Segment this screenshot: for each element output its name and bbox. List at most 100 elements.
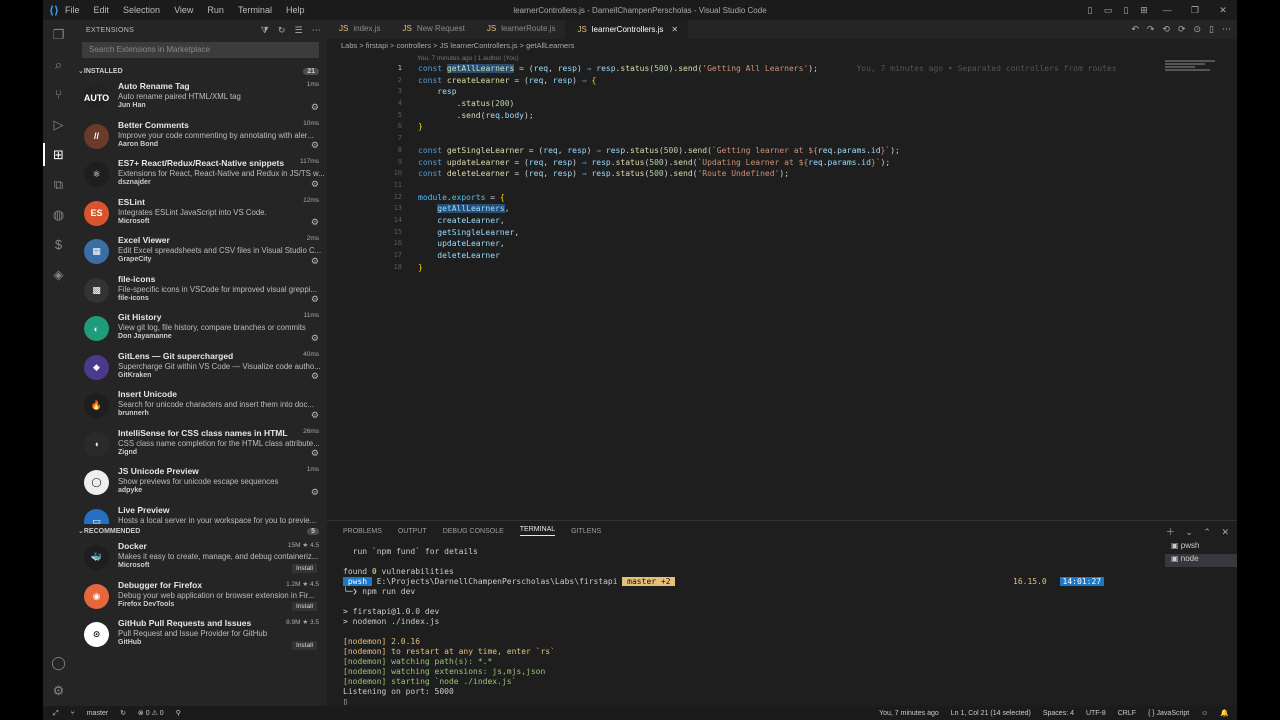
extension-item[interactable]: 🔥 Insert Unicode Search for unicode charac… [74, 386, 327, 425]
install-button[interactable]: Install [292, 602, 317, 611]
timeline-icon[interactable]: ◈ [50, 266, 67, 283]
extension-item[interactable]: AUTO Auto Rename Tag Auto rename paired HT… [74, 78, 327, 117]
extension-item[interactable]: ◆ GitLens — Git supercharged Supercharge G… [74, 348, 327, 387]
extension-gear-icon[interactable]: ⚙ [311, 140, 319, 151]
extension-item[interactable]: ES ESLint Integrates ESLint JavaScript int… [74, 194, 327, 233]
terminal-output[interactable]: run `npm fund` for details found 0 vulner… [343, 547, 1163, 707]
extension-gear-icon[interactable]: ⚙ [311, 371, 319, 382]
menu-terminal[interactable]: Terminal [238, 5, 272, 15]
close-window-button[interactable]: ✕ [1209, 5, 1237, 16]
editor-tab[interactable]: JS learnerControllers.js ✕ [565, 20, 689, 39]
panel-tab-problems[interactable]: PROBLEMS [343, 528, 382, 535]
npm-icon[interactable]: $ [50, 236, 67, 253]
extension-item[interactable]: ▩ file-icons File-specific icons in VSCode… [74, 271, 327, 310]
editor-action-icon[interactable]: ↶ [1131, 24, 1139, 34]
editor-action-icon[interactable]: ⟳ [1178, 24, 1186, 34]
codelens-blame[interactable]: You, 7 minutes ago | 1 author (You) [417, 55, 519, 62]
new-terminal-icon[interactable]: ＋ [1166, 527, 1175, 537]
extension-gear-icon[interactable]: ⚙ [311, 102, 319, 113]
menu-view[interactable]: View [174, 5, 193, 15]
editor-tab[interactable]: JS learnerRoute.js [475, 20, 566, 39]
extensions-icon[interactable]: ⊞ [43, 143, 67, 166]
extension-item[interactable]: ⚛ ES7+ React/Redux/React-Native snippets E… [74, 155, 327, 194]
search-icon[interactable]: ⌕ [50, 56, 67, 73]
installed-section-header[interactable]: ⌄ INSTALLED 21 [74, 64, 327, 78]
eol-status[interactable]: CRLF [1118, 710, 1136, 717]
manage-gear-icon[interactable]: ⚙ [50, 682, 67, 699]
editor-tab[interactable]: JS New Request [390, 20, 474, 39]
source-control-icon[interactable]: ⑂ [50, 86, 67, 103]
encoding-status[interactable]: UTF-8 [1086, 710, 1106, 717]
extension-item[interactable]: ◉ Debugger for Firefox Debug your web appl… [74, 577, 327, 616]
remote-icon[interactable]: ⤢ [53, 710, 59, 717]
panel-tab-gitlens[interactable]: GITLENS [571, 528, 601, 535]
extension-item[interactable]: ⊙ GitHub Pull Requests and Issues Pull Req… [74, 615, 327, 654]
remote-explorer-icon[interactable]: ⧉ [50, 176, 67, 193]
extension-gear-icon[interactable]: ⚙ [311, 217, 319, 228]
menu-selection[interactable]: Selection [123, 5, 160, 15]
branch-status[interactable]: ⑂ master [71, 710, 109, 717]
panel-tab-terminal[interactable]: TERMINAL [519, 526, 556, 536]
terminal-dropdown-icon[interactable]: ⌄ [1185, 527, 1193, 537]
editor-action-icon[interactable]: ↷ [1147, 24, 1155, 34]
editor-tab[interactable]: JS index.js [327, 20, 390, 39]
extension-gear-icon[interactable]: ⚙ [311, 487, 319, 498]
extension-gear-icon[interactable]: ⚙ [311, 256, 319, 267]
extension-gear-icon[interactable]: ⚙ [311, 333, 319, 344]
gitlens-icon[interactable]: ◍ [50, 206, 67, 223]
extensions-search-input[interactable]: Search Extensions in Marketplace [82, 42, 319, 58]
accounts-icon[interactable]: ◯ [50, 654, 67, 671]
feedback-icon[interactable]: ☺ [1201, 710, 1208, 717]
code-editor[interactable]: 1 const getAllLearners = (req, resp) ⇒ re… [327, 64, 1237, 274]
extension-item[interactable]: ◯ JS Unicode Preview Show previews for uni… [74, 463, 327, 502]
extension-item[interactable]: // Better Comments Improve your code comme… [74, 117, 327, 156]
refresh-icon[interactable]: ↻ [278, 25, 286, 35]
panel-tab-debug-console[interactable]: DEBUG CONSOLE [443, 528, 504, 535]
menu-run[interactable]: Run [207, 5, 224, 15]
run-debug-icon[interactable]: ▷ [50, 116, 67, 133]
recommended-section-header[interactable]: ⌄ RECOMMENDED 5 [74, 524, 327, 538]
menu-file[interactable]: File [65, 5, 80, 15]
menu-help[interactable]: Help [286, 5, 305, 15]
close-panel-icon[interactable]: ✕ [1221, 527, 1229, 537]
extension-item[interactable]: ▭ Live Preview Hosts a local server in you… [74, 502, 327, 524]
minimize-button[interactable]: — [1153, 5, 1181, 15]
extension-item[interactable]: ◐ Git History View git log, file history, … [74, 309, 327, 348]
problems-status[interactable]: ⊗ 0 ⚠ 0 [138, 710, 164, 717]
cursor-position[interactable]: Ln 1, Col 21 (14 selected) [951, 710, 1031, 717]
extension-gear-icon[interactable]: ⚙ [311, 410, 319, 421]
close-tab-icon[interactable]: ✕ [671, 25, 678, 34]
restore-button[interactable]: ❐ [1181, 5, 1209, 16]
breadcrumb[interactable]: Labs > firstapi > controllers > JS learn… [327, 39, 1237, 53]
extension-item[interactable]: ▦ Excel Viewer Edit Excel spreadsheets and… [74, 232, 327, 271]
panel-tab-output[interactable]: OUTPUT [398, 528, 427, 535]
port-icon[interactable]: ⚲ [176, 710, 181, 717]
toggle-panel-icon[interactable]: ▭ [1099, 5, 1117, 16]
more-actions-icon[interactable]: ⋯ [312, 25, 321, 35]
layout-icon[interactable]: ⊞ [1135, 5, 1153, 16]
extension-gear-icon[interactable]: ⚙ [311, 448, 319, 459]
explorer-icon[interactable]: ❐ [50, 26, 67, 43]
notifications-icon[interactable]: 🔔 [1220, 710, 1229, 717]
sync-icon[interactable]: ↻ [120, 710, 126, 717]
extension-item[interactable]: 🐳 Docker Makes it easy to create, manage, … [74, 538, 327, 577]
editor-action-icon[interactable]: ⟲ [1162, 24, 1170, 34]
extension-gear-icon[interactable]: ⚙ [311, 179, 319, 190]
clear-icon[interactable]: ☰ [295, 25, 303, 35]
indentation-status[interactable]: Spaces: 4 [1043, 710, 1074, 717]
editor-action-icon[interactable]: ⊙ [1194, 24, 1202, 34]
toggle-secondary-sidebar-icon[interactable]: ▯ [1117, 5, 1135, 16]
terminal-instance[interactable]: ▣ node [1165, 554, 1237, 567]
maximize-panel-icon[interactable]: ⌃ [1203, 527, 1211, 537]
editor-action-icon[interactable]: ▯ [1209, 24, 1214, 34]
toggle-sidebar-icon[interactable]: ▯ [1081, 5, 1099, 16]
language-mode[interactable]: { } JavaScript [1148, 710, 1189, 717]
menu-edit[interactable]: Edit [94, 5, 110, 15]
filter-icon[interactable]: ⧩ [261, 25, 269, 35]
editor-action-icon[interactable]: ⋯ [1222, 24, 1231, 34]
install-button[interactable]: Install [292, 640, 317, 650]
extension-item[interactable]: ◖ IntelliSense for CSS class names in HTM… [74, 425, 327, 464]
extension-gear-icon[interactable]: ⚙ [311, 294, 319, 305]
blame-status[interactable]: You, 7 minutes ago [879, 710, 939, 717]
install-button[interactable]: Install [292, 563, 317, 573]
